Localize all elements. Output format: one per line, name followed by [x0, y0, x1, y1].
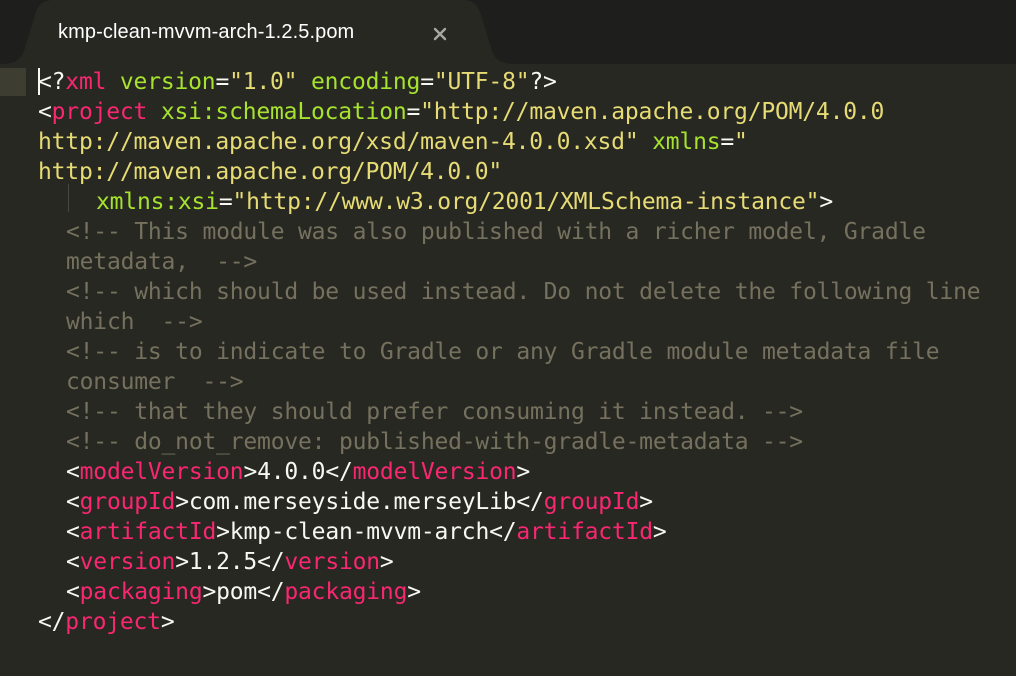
angle-bracket: < [66, 519, 80, 545]
element-value: kmp-clean-mvvm-arch [229, 519, 490, 545]
tab-title: kmp-clean-mvvm-arch-1.2.5.pom [58, 21, 355, 43]
angle-bracket: > [243, 459, 258, 485]
angle-bracket: < [66, 459, 80, 485]
equals-sign: = [215, 69, 230, 95]
angle-bracket: < [66, 549, 80, 575]
tab-bar: kmp-clean-mvvm-arch-1.2.5.pom [0, 0, 1016, 64]
code-line-version: <version>1.2.5</version> [66, 547, 394, 577]
xml-decl-close: ?> [529, 69, 557, 95]
code-line-project-open: <project xsi:schemaLocation="http://mave… [38, 97, 884, 127]
code-line-xmlns-xsi: xmlns:xsi="http://www.w3.org/2001/XMLSch… [96, 187, 833, 217]
element-tag: version [79, 549, 176, 575]
angle-bracket: > [516, 459, 531, 485]
angle-bracket: > [160, 609, 175, 635]
equals-sign: = [420, 69, 434, 95]
element-tag: artifactId [79, 519, 217, 545]
angle-bracket: < [66, 489, 80, 515]
angle-bracket: < [38, 99, 52, 125]
angle-bracket: > [216, 519, 230, 545]
angle-bracket: </ [257, 579, 285, 605]
code-line-project-close: </project> [38, 607, 175, 637]
element-close-tag: groupId [543, 489, 640, 515]
xml-version-value: "1.0" [229, 69, 298, 95]
schema-location-value-part2: http://maven.apache.org/xsd/maven-4.0.0.… [38, 129, 639, 155]
comment-line: metadata, --> [66, 249, 258, 275]
comment-line: which --> [66, 309, 203, 335]
xml-encoding-value: "UTF-8" [433, 69, 530, 95]
close-icon[interactable] [430, 24, 450, 44]
element-close-tag: modelVersion [352, 459, 517, 485]
xml-decl-open: <? [38, 69, 66, 95]
element-value: pom [216, 579, 258, 605]
project-close-tag: project [65, 609, 161, 635]
angle-bracket: </ [325, 459, 353, 485]
comment-line: <!-- do_not_remove: published-with-gradl… [66, 429, 803, 455]
xmlns-xsi-value: "http://www.w3.org/2001/XMLSchema-instan… [232, 189, 820, 215]
xmlns-xsi-attr: xmlns:xsi [96, 189, 219, 215]
xml-decl-name: xml [65, 69, 107, 95]
angle-bracket: > [175, 489, 189, 515]
comment-line: <!-- is to indicate to Gradle or any Gra… [66, 339, 940, 365]
angle-bracket: > [639, 489, 653, 515]
equals-sign: = [218, 189, 233, 215]
xml-encoding-attr: encoding [311, 69, 421, 95]
comment-line: <!-- This module was also published with… [66, 219, 926, 245]
comment-line: consumer --> [66, 369, 244, 395]
code-line-group-id: <groupId>com.merseyside.merseyLib</group… [66, 487, 653, 517]
angle-bracket: > [379, 549, 394, 575]
element-close-tag: artifactId [516, 519, 653, 545]
code-line-packaging: <packaging>pom</packaging> [66, 577, 421, 607]
angle-bracket: < [66, 579, 80, 605]
schema-location-attr: xsi:schemaLocation [160, 99, 407, 125]
comment-line: <!-- which should be used instead. Do no… [66, 279, 981, 305]
code-line-xmlns-wrap: http://maven.apache.org/POM/4.0.0" [38, 157, 502, 187]
equals-sign: = [406, 99, 421, 125]
angle-bracket: </ [516, 489, 544, 515]
code-area[interactable]: <?xml version="1.0" encoding="UTF-8"?> <… [0, 64, 1016, 676]
code-editor[interactable]: <?xml version="1.0" encoding="UTF-8"?> <… [0, 64, 1016, 676]
schema-location-value-part1: "http://maven.apache.org/POM/4.0.0 [420, 99, 885, 125]
angle-bracket: </ [257, 549, 285, 575]
element-close-tag: version [284, 549, 380, 575]
editor-window: kmp-clean-mvvm-arch-1.2.5.pom <?xml vers… [0, 0, 1016, 676]
angle-bracket: > [407, 579, 421, 605]
project-tag: project [51, 99, 148, 125]
code-line-schema-location-wrap: http://maven.apache.org/xsd/maven-4.0.0.… [38, 127, 748, 157]
element-tag: groupId [79, 489, 176, 515]
comment-line: <!-- that they should prefer consuming i… [66, 399, 803, 425]
angle-bracket: </ [38, 609, 66, 635]
xmlns-attr: xmlns [652, 129, 721, 155]
text-cursor [38, 68, 40, 95]
angle-bracket: > [819, 189, 833, 215]
equals-sign: = [720, 129, 735, 155]
element-tag: packaging [79, 579, 203, 605]
angle-bracket: > [175, 549, 189, 575]
xmlns-value-part1: " [734, 129, 748, 155]
element-value: 4.0.0 [257, 459, 326, 485]
angle-bracket: > [202, 579, 217, 605]
xmlns-value-part2: http://maven.apache.org/POM/4.0.0" [38, 159, 503, 185]
element-close-tag: packaging [284, 579, 408, 605]
angle-bracket: </ [489, 519, 517, 545]
xml-version-attr: version [119, 69, 216, 95]
code-line-artifact-id: <artifactId>kmp-clean-mvvm-arch</artifac… [66, 517, 667, 547]
element-value: 1.2.5 [188, 549, 258, 575]
element-value: com.merseyside.merseyLib [188, 489, 517, 515]
code-line-xml-declaration: <?xml version="1.0" encoding="UTF-8"?> [38, 67, 557, 97]
element-tag: modelVersion [79, 459, 244, 485]
angle-bracket: > [652, 519, 667, 545]
code-line-model-version: <modelVersion>4.0.0</modelVersion> [66, 457, 530, 487]
